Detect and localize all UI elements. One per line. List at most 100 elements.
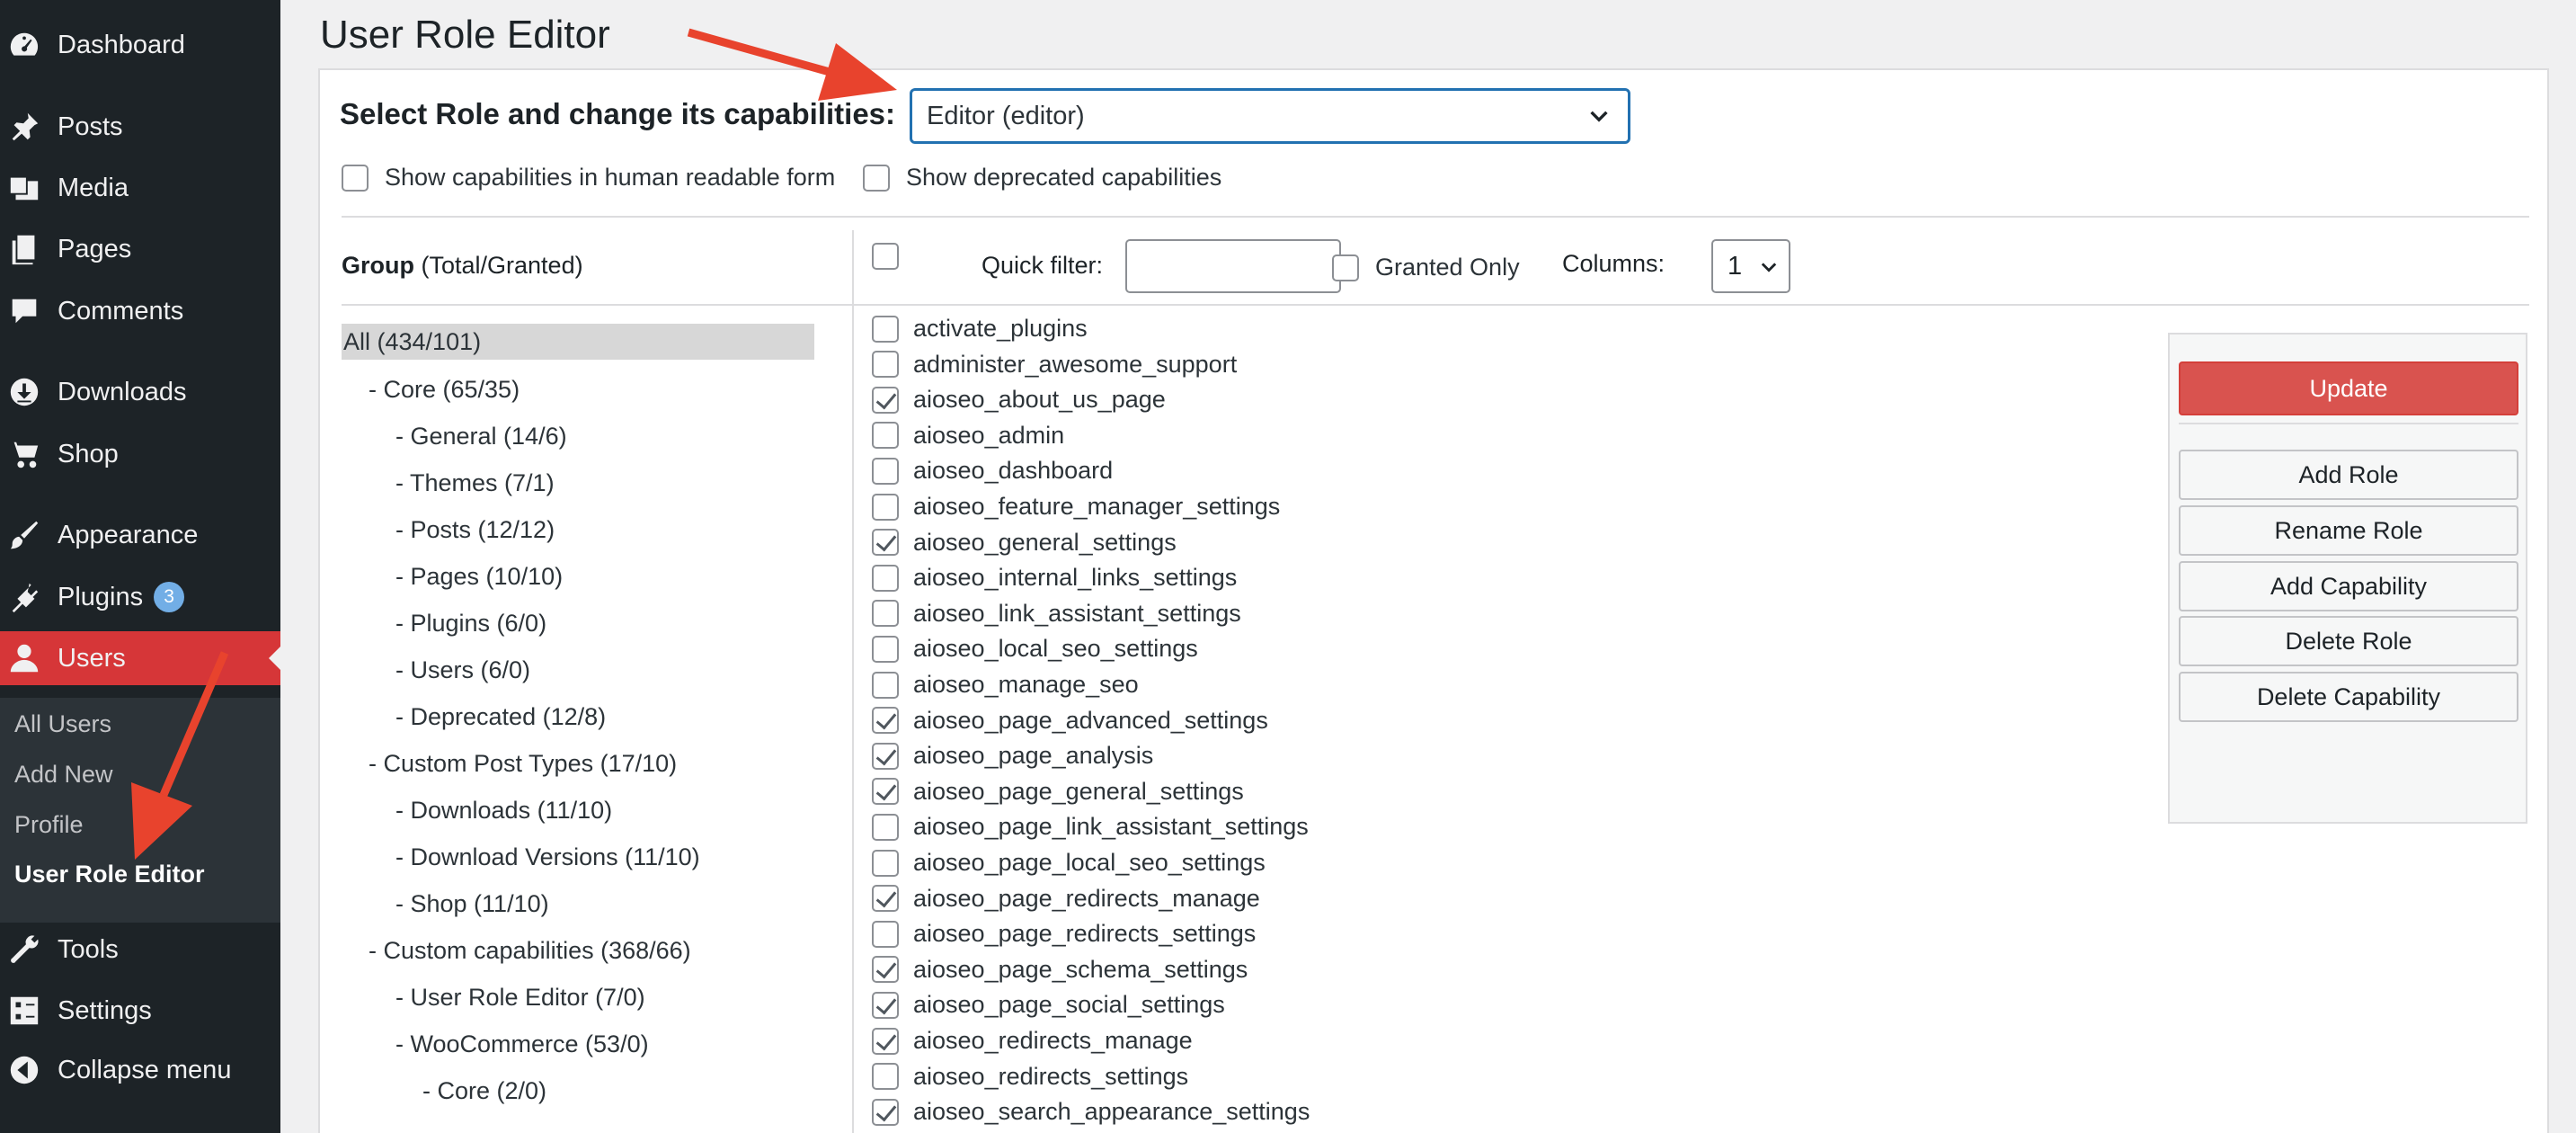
menu-appearance[interactable]: Appearance (0, 508, 280, 562)
menu-settings[interactable]: Settings (0, 984, 280, 1038)
select-all-checkbox[interactable] (872, 243, 899, 270)
update-button[interactable]: Update (2179, 361, 2518, 415)
group-item[interactable]: - General (14/6) (395, 423, 567, 451)
human-readable-option[interactable]: Show capabilities in human readable form (342, 164, 835, 192)
capability-checkbox[interactable] (872, 920, 899, 948)
delete-role-button[interactable]: Delete Role (2179, 616, 2518, 666)
capability-checkbox[interactable] (872, 315, 899, 343)
capability-checkbox[interactable] (872, 707, 899, 735)
chevron-down-icon (1761, 263, 1777, 272)
capability-row[interactable]: administer_awesome_support (872, 351, 1237, 379)
submenu-add-new[interactable]: Add New (14, 761, 113, 789)
capability-row[interactable]: aioseo_page_link_assistant_settings (872, 813, 1309, 841)
capability-checkbox[interactable] (872, 885, 899, 913)
human-readable-checkbox[interactable] (342, 164, 369, 192)
group-item[interactable]: - Posts (12/12) (395, 516, 555, 544)
capability-row[interactable]: aioseo_about_us_page (872, 386, 1166, 414)
capability-row[interactable]: aioseo_page_general_settings (872, 778, 1244, 806)
granted-only-option[interactable]: Granted Only (1332, 254, 1520, 281)
group-item[interactable]: - Custom Post Types (17/10) (369, 750, 677, 778)
capability-row[interactable]: aioseo_admin (872, 422, 1064, 450)
submenu-all-users[interactable]: All Users (14, 710, 111, 738)
submenu-profile[interactable]: Profile (14, 811, 84, 839)
group-item[interactable]: - Custom capabilities (368/66) (369, 937, 691, 965)
group-item[interactable]: - Plugins (6/0) (395, 610, 546, 638)
capability-checkbox[interactable] (872, 457, 899, 485)
group-item[interactable]: - Users (6/0) (395, 656, 530, 684)
capability-row[interactable]: aioseo_manage_seo (872, 671, 1139, 699)
group-item[interactable]: - Downloads (11/10) (395, 797, 612, 825)
role-select[interactable]: Editor (editor) (910, 88, 1630, 144)
menu-plugins[interactable]: Plugins 3 (0, 570, 280, 624)
menu-posts[interactable]: Posts (0, 100, 280, 154)
capability-checkbox[interactable] (872, 956, 899, 984)
capability-label: aioseo_local_seo_settings (913, 635, 1198, 663)
menu-pages[interactable]: Pages (0, 222, 280, 276)
menu-shop[interactable]: Shop (0, 427, 280, 481)
capability-checkbox[interactable] (872, 671, 899, 699)
capability-row[interactable]: aioseo_page_redirects_settings (872, 920, 1256, 948)
capability-checkbox[interactable] (872, 600, 899, 628)
group-item[interactable]: - Themes (7/1) (395, 469, 555, 497)
add-capability-button[interactable]: Add Capability (2179, 561, 2518, 611)
add-role-button[interactable]: Add Role (2179, 450, 2518, 500)
granted-only-checkbox[interactable] (1332, 254, 1359, 281)
group-item[interactable]: - Pages (10/10) (395, 563, 563, 591)
deprecated-option[interactable]: Show deprecated capabilities (863, 164, 1221, 192)
capability-checkbox[interactable] (872, 849, 899, 877)
capability-row[interactable]: aioseo_page_advanced_settings (872, 707, 1268, 735)
capability-checkbox[interactable] (872, 422, 899, 450)
group-item[interactable]: - Deprecated (12/8) (395, 703, 606, 731)
menu-comments[interactable]: Comments (0, 284, 280, 338)
menu-dashboard[interactable]: Dashboard (0, 18, 280, 72)
capability-row[interactable]: aioseo_page_local_seo_settings (872, 849, 1266, 877)
capability-checkbox[interactable] (872, 1027, 899, 1055)
submenu-user-role-editor[interactable]: User Role Editor (14, 861, 205, 888)
capability-row[interactable]: activate_plugins (872, 315, 1088, 343)
capability-row[interactable]: aioseo_page_social_settings (872, 991, 1225, 1019)
group-item[interactable]: - Download Versions (11/10) (395, 843, 700, 871)
capability-checkbox[interactable] (872, 351, 899, 379)
capability-checkbox[interactable] (872, 742, 899, 770)
menu-users[interactable]: Users (0, 631, 280, 685)
group-item[interactable]: - User Role Editor (7/0) (395, 984, 645, 1012)
capability-row[interactable]: aioseo_page_analysis (872, 742, 1153, 770)
menu-collapse[interactable]: Collapse menu (0, 1043, 280, 1097)
columns-select[interactable]: 1 (1711, 239, 1790, 293)
capability-checkbox[interactable] (872, 1063, 899, 1091)
capability-row[interactable]: aioseo_general_settings (872, 529, 1177, 557)
capability-row[interactable]: aioseo_page_redirects_manage (872, 885, 1260, 913)
group-item[interactable]: - Shop (11/10) (395, 890, 549, 918)
capability-checkbox[interactable] (872, 564, 899, 592)
capability-row[interactable]: aioseo_feature_manager_settings (872, 493, 1280, 521)
capability-row[interactable]: aioseo_internal_links_settings (872, 564, 1237, 592)
group-header-subtitle: (Total/Granted) (414, 252, 583, 279)
capability-checkbox[interactable] (872, 778, 899, 806)
capability-checkbox[interactable] (872, 386, 899, 414)
capability-row[interactable]: aioseo_redirects_settings (872, 1063, 1188, 1091)
group-item[interactable]: All (434/101) (342, 324, 814, 360)
quick-filter-input[interactable] (1125, 239, 1341, 293)
rename-role-button[interactable]: Rename Role (2179, 505, 2518, 556)
capability-row[interactable]: aioseo_search_appearance_settings (872, 1098, 1310, 1126)
group-item[interactable]: - Core (65/35) (369, 376, 520, 404)
capability-checkbox[interactable] (872, 991, 899, 1019)
capability-row[interactable]: aioseo_redirects_manage (872, 1027, 1193, 1055)
capability-checkbox[interactable] (872, 1098, 899, 1126)
capability-row[interactable]: aioseo_page_schema_settings (872, 956, 1248, 984)
menu-media[interactable]: Media (0, 161, 280, 215)
capability-row[interactable]: aioseo_local_seo_settings (872, 635, 1198, 663)
capability-checkbox[interactable] (872, 635, 899, 663)
capability-row[interactable]: aioseo_dashboard (872, 457, 1113, 485)
deprecated-checkbox[interactable] (863, 164, 890, 192)
delete-capability-button[interactable]: Delete Capability (2179, 672, 2518, 722)
group-item[interactable]: - WooCommerce (53/0) (395, 1030, 649, 1058)
menu-tools[interactable]: Tools (0, 923, 280, 977)
menu-downloads[interactable]: Downloads (0, 365, 280, 419)
settings-icon (0, 993, 58, 1029)
capability-checkbox[interactable] (872, 529, 899, 557)
capability-row[interactable]: aioseo_link_assistant_settings (872, 600, 1241, 628)
group-item[interactable]: - Core (2/0) (422, 1077, 546, 1105)
capability-checkbox[interactable] (872, 493, 899, 521)
capability-checkbox[interactable] (872, 813, 899, 841)
